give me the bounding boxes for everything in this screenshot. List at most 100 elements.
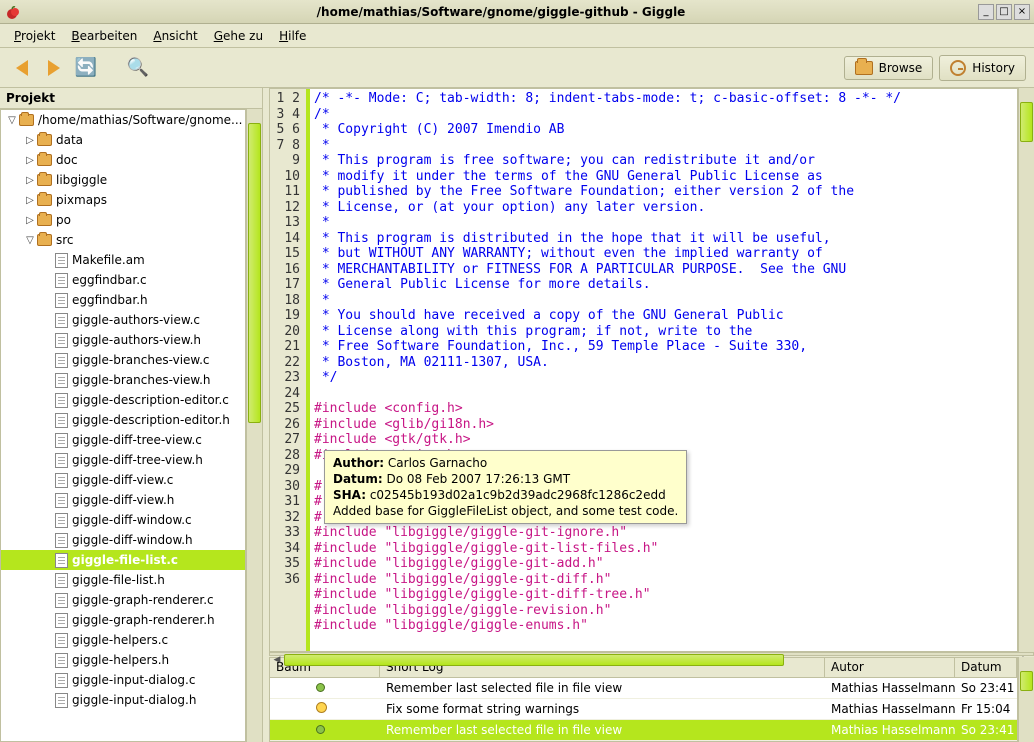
- history-button[interactable]: History: [939, 55, 1026, 81]
- menu-gehezu[interactable]: Gehe zu: [206, 27, 271, 45]
- commit-log: Remember last selected file in file view: [380, 679, 825, 697]
- history-icon: [950, 60, 966, 76]
- tree-file[interactable]: eggfindbar.c: [1, 270, 245, 290]
- code-text: /* -*- Mode: C; tab-width: 8; indent-tab…: [310, 89, 1017, 651]
- tree-file[interactable]: giggle-file-list.c: [1, 550, 245, 570]
- menu-bearbeiten[interactable]: Bearbeiten: [63, 27, 145, 45]
- tree-label: /home/mathias/Software/gnome...: [38, 113, 242, 127]
- tree-label: src: [56, 233, 74, 247]
- folder-icon: [855, 61, 873, 75]
- minimize-button[interactable]: _: [978, 4, 994, 20]
- tree-file[interactable]: giggle-input-dialog.c: [1, 670, 245, 690]
- tree-label: giggle-branches-view.h: [72, 373, 211, 387]
- folder-icon: [19, 114, 34, 126]
- folder-icon: [37, 154, 52, 166]
- file-icon: [55, 613, 68, 628]
- menu-hilfe[interactable]: Hilfe: [271, 27, 314, 45]
- tree-file[interactable]: giggle-graph-renderer.c: [1, 590, 245, 610]
- menu-projekt[interactable]: Projekt: [6, 27, 63, 45]
- code-viewer[interactable]: 1 2 3 4 5 6 7 8 9 10 11 12 13 14 15 16 1…: [269, 88, 1018, 652]
- tree-folder[interactable]: ▽/home/mathias/Software/gnome...: [1, 110, 245, 130]
- tree-label: data: [56, 133, 83, 147]
- commit-tooltip: Author: Carlos Garnacho Datum: Do 08 Feb…: [324, 450, 687, 524]
- code-hscrollbar[interactable]: ◀▶: [269, 652, 1034, 656]
- tree-label: giggle-helpers.c: [72, 633, 168, 647]
- code-scrollbar[interactable]: [1018, 88, 1034, 652]
- back-button[interactable]: [8, 54, 36, 82]
- file-icon: [55, 313, 68, 328]
- file-icon: [55, 493, 68, 508]
- tree-folder[interactable]: ▷doc: [1, 150, 245, 170]
- file-icon: [55, 573, 68, 588]
- tree-folder[interactable]: ▽src: [1, 230, 245, 250]
- tree-file[interactable]: giggle-diff-tree-view.c: [1, 430, 245, 450]
- tree-file[interactable]: giggle-authors-view.c: [1, 310, 245, 330]
- history-row[interactable]: Fix some format string warningsMathias H…: [270, 699, 1017, 720]
- tree-file[interactable]: giggle-helpers.h: [1, 650, 245, 670]
- tree-label: giggle-description-editor.h: [72, 413, 230, 427]
- tree-file[interactable]: giggle-input-dialog.h: [1, 690, 245, 710]
- tree-file[interactable]: giggle-diff-window.c: [1, 510, 245, 530]
- tree-file[interactable]: giggle-description-editor.c: [1, 390, 245, 410]
- file-icon: [55, 393, 68, 408]
- tree-label: giggle-file-list.c: [72, 553, 178, 567]
- tree-folder[interactable]: ▷data: [1, 130, 245, 150]
- tree-file[interactable]: giggle-diff-view.h: [1, 490, 245, 510]
- commit-date: Fr 15:04: [955, 700, 1017, 718]
- history-row[interactable]: Remember last selected file in file view…: [270, 678, 1017, 699]
- main-area: Projekt ▽/home/mathias/Software/gnome...…: [0, 88, 1034, 742]
- tree-file[interactable]: giggle-file-list.h: [1, 570, 245, 590]
- binoculars-icon: 🔍: [127, 57, 149, 78]
- tree-file[interactable]: Makefile.am: [1, 250, 245, 270]
- file-icon: [55, 473, 68, 488]
- find-button[interactable]: 🔍: [124, 54, 152, 82]
- tree-folder[interactable]: ▷po: [1, 210, 245, 230]
- col-datum[interactable]: Datum: [955, 658, 1017, 677]
- content-area: 1 2 3 4 5 6 7 8 9 10 11 12 13 14 15 16 1…: [269, 88, 1034, 742]
- file-icon: [55, 333, 68, 348]
- tree-label: giggle-authors-view.h: [72, 333, 201, 347]
- history-row[interactable]: Remember last selected file in file view…: [270, 720, 1017, 741]
- tree-label: giggle-graph-renderer.h: [72, 613, 215, 627]
- tree-folder[interactable]: ▷libgiggle: [1, 170, 245, 190]
- tree-label: eggfindbar.c: [72, 273, 147, 287]
- file-icon: [55, 553, 68, 568]
- maximize-button[interactable]: □: [996, 4, 1012, 20]
- tree-label: giggle-input-dialog.h: [72, 693, 196, 707]
- tree-label: giggle-diff-view.h: [72, 493, 174, 507]
- browse-label: Browse: [879, 61, 923, 75]
- sidebar-header: Projekt: [0, 88, 262, 109]
- menu-ansicht[interactable]: Ansicht: [145, 27, 205, 45]
- tree-file[interactable]: giggle-diff-view.c: [1, 470, 245, 490]
- tree-file[interactable]: giggle-branches-view.c: [1, 350, 245, 370]
- tree-file[interactable]: eggfindbar.h: [1, 290, 245, 310]
- tree-file[interactable]: giggle-diff-tree-view.h: [1, 450, 245, 470]
- sidebar: Projekt ▽/home/mathias/Software/gnome...…: [0, 88, 263, 742]
- tree-file[interactable]: giggle-branches-view.h: [1, 370, 245, 390]
- tree-file[interactable]: giggle-diff-window.h: [1, 530, 245, 550]
- browse-button[interactable]: Browse: [844, 56, 934, 80]
- tree-file[interactable]: giggle-helpers.c: [1, 630, 245, 650]
- tree-label: giggle-diff-tree-view.h: [72, 453, 203, 467]
- tree-label: giggle-file-list.h: [72, 573, 165, 587]
- file-tree[interactable]: ▽/home/mathias/Software/gnome...▷data▷do…: [0, 109, 246, 742]
- close-button[interactable]: ×: [1014, 4, 1030, 20]
- tree-label: eggfindbar.h: [72, 293, 148, 307]
- tree-file[interactable]: giggle-description-editor.h: [1, 410, 245, 430]
- tree-file[interactable]: giggle-graph-renderer.h: [1, 610, 245, 630]
- history-table[interactable]: Baum Short Log Autor Datum Remember last…: [269, 657, 1018, 742]
- tree-folder[interactable]: ▷pixmaps: [1, 190, 245, 210]
- tree-label: pixmaps: [56, 193, 107, 207]
- refresh-button[interactable]: 🔄: [72, 54, 100, 82]
- tree-file[interactable]: giggle-authors-view.h: [1, 330, 245, 350]
- tree-label: giggle-diff-view.c: [72, 473, 173, 487]
- tree-label: giggle-description-editor.c: [72, 393, 229, 407]
- tree-label: giggle-graph-renderer.c: [72, 593, 214, 607]
- commit-author: Mathias Hasselmann: [825, 721, 955, 739]
- file-icon: [55, 253, 68, 268]
- forward-button[interactable]: [40, 54, 68, 82]
- col-autor[interactable]: Autor: [825, 658, 955, 677]
- history-scrollbar[interactable]: [1018, 657, 1034, 742]
- file-icon: [55, 533, 68, 548]
- sidebar-scrollbar[interactable]: [246, 109, 262, 742]
